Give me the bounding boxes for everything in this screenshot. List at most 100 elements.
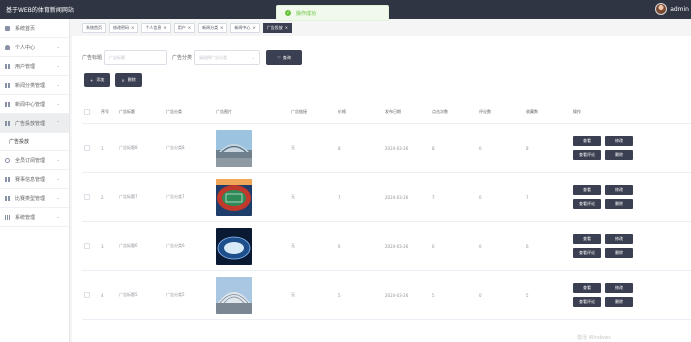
close-icon[interactable]: ×: [252, 25, 255, 30]
add-button[interactable]: + 添加: [84, 73, 111, 87]
delete-row-button[interactable]: 删除: [605, 199, 633, 209]
view-button[interactable]: 查看: [573, 185, 601, 195]
row-checkbox[interactable]: [84, 145, 90, 151]
sidebar-item-label: 系统管理: [15, 214, 36, 221]
favorites-cell: 7: [526, 194, 529, 200]
comments-cell: 0: [479, 243, 482, 249]
close-icon[interactable]: ×: [131, 25, 134, 30]
sidebar-item-match-types[interactable]: 比赛类型管理 ⌄: [0, 189, 69, 208]
comments-cell: 0: [479, 145, 482, 151]
user-name[interactable]: admin: [670, 6, 689, 13]
grid-icon: [5, 120, 10, 126]
sidebar-item-ads[interactable]: 广告投放管理 ⌃: [0, 114, 69, 133]
ad-image-stadium-night[interactable]: [216, 227, 252, 265]
header-cell: 广告图片: [216, 108, 232, 114]
grid-icon: [5, 63, 10, 69]
chevron-down-icon: ⌄: [56, 101, 60, 106]
row-checkbox[interactable]: [84, 292, 90, 298]
type-select[interactable]: 请选择广告分类 ⌄: [194, 50, 261, 65]
sidebar-item-system[interactable]: 系统管理 ⌄: [0, 208, 69, 227]
sidebar-item-label: 比赛类型管理: [15, 195, 46, 202]
tab-home[interactable]: 系统首页: [82, 23, 106, 33]
search-button-label: 查询: [282, 54, 291, 60]
search-icon: ♡: [277, 55, 281, 60]
close-icon: ×: [121, 77, 125, 83]
chevron-down-icon: ⌄: [56, 157, 60, 162]
view-comments-button[interactable]: 查看评论: [573, 248, 601, 258]
delete-row-button[interactable]: 删除: [605, 248, 633, 258]
chevron-down-icon: ⌄: [56, 63, 60, 68]
search-button[interactable]: ♡ 查询: [266, 50, 303, 65]
ad-image-stadium-dome[interactable]: [216, 276, 252, 314]
close-icon[interactable]: ×: [163, 25, 166, 30]
date-cell: 2024-03-26: [385, 145, 409, 151]
table-header: 序号 广告标题 广告分类 广告图片 广告链接 价格 发布日期 点击次数 评论数 …: [82, 100, 691, 124]
table-row: 1 广告标题8 广告分类8 无 8 2024-03-26 8 0 8 查看 修改…: [82, 124, 691, 173]
edit-button[interactable]: 修改: [605, 136, 633, 146]
title-cell: 广告标题6: [119, 243, 138, 248]
tab-news-category[interactable]: 新闻分类 ×: [198, 23, 228, 33]
sidebar-item-label: 赛事信息管理: [15, 176, 46, 183]
tab-users[interactable]: 用户 ×: [173, 23, 196, 33]
tab-label: 个人信息: [145, 25, 162, 30]
view-comments-button[interactable]: 查看评论: [573, 297, 601, 307]
chevron-down-icon: ⌄: [56, 44, 60, 49]
delete-button[interactable]: × 删除: [115, 73, 142, 87]
sidebar-item-label: 广告投放: [9, 139, 30, 145]
row-checkbox[interactable]: [84, 194, 90, 200]
row-checkbox[interactable]: [84, 243, 90, 249]
tab-ad-placement[interactable]: 广告投放 ×: [262, 23, 293, 33]
sidebar-item-personal-center[interactable]: 个人中心 ⌄: [0, 38, 69, 57]
title-search-input[interactable]: 广告标题: [104, 50, 168, 65]
edit-button[interactable]: 修改: [605, 283, 633, 293]
favorites-cell: 8: [526, 145, 529, 151]
date-cell: 2024-03-26: [385, 292, 409, 298]
avatar[interactable]: [655, 3, 668, 15]
sidebar-item-subscriptions[interactable]: 全员订阅管理 ⌄: [0, 151, 69, 170]
close-icon[interactable]: ×: [220, 25, 223, 30]
sidebar-item-news-category[interactable]: 新闻分类管理 ⌄: [0, 76, 69, 95]
add-button-label: 添加: [96, 77, 105, 82]
tab-news-center[interactable]: 新闻中心 ×: [230, 23, 260, 33]
tab-label: 修改密码: [113, 25, 129, 30]
type-select-placeholder: 请选择广告分类: [199, 55, 228, 60]
header-cell: 广告标题: [119, 108, 135, 114]
tab-label: 系统首页: [86, 25, 102, 30]
tab-change-password[interactable]: 修改密码 ×: [109, 23, 139, 33]
delete-row-button[interactable]: 删除: [605, 150, 633, 160]
view-button[interactable]: 查看: [573, 234, 601, 244]
header-cell: 操作: [573, 108, 581, 114]
check-circle-icon: ✓: [285, 10, 291, 16]
header-cell: 点击次数: [432, 108, 448, 114]
sidebar-item-label: 广告投放管理: [15, 120, 46, 127]
header-cell: 发布日期: [385, 108, 401, 114]
sidebar-item-label: 全员订阅管理: [15, 157, 46, 164]
select-all-checkbox[interactable]: [84, 108, 90, 115]
close-icon[interactable]: ×: [285, 25, 288, 30]
title-label: 广告标题: [82, 55, 103, 61]
title-cell: 广告标题8: [119, 145, 138, 150]
sidebar-item-news-center[interactable]: 新闻中心管理 ⌄: [0, 95, 69, 114]
view-comments-button[interactable]: 查看评论: [573, 150, 601, 160]
view-button[interactable]: 查看: [573, 283, 601, 293]
sidebar-item-users[interactable]: 用户管理 ⌄: [0, 57, 69, 76]
sidebar-item-home[interactable]: 系统首页: [0, 19, 69, 38]
edit-button[interactable]: 修改: [605, 234, 633, 244]
ad-image-stadium-exterior[interactable]: [216, 129, 252, 167]
edit-button[interactable]: 修改: [605, 185, 633, 195]
delete-row-button[interactable]: 删除: [605, 297, 633, 307]
close-icon[interactable]: ×: [188, 25, 191, 30]
header-cell: 收藏数: [526, 108, 538, 114]
index-cell: 2: [101, 194, 104, 200]
user-menu[interactable]: admin: [655, 3, 689, 15]
tab-personal-info[interactable]: 个人信息 ×: [141, 23, 171, 33]
search-form: 广告标题 广告标题 广告分类 请选择广告分类 ⌄ ♡ 查询: [82, 50, 303, 65]
comments-cell: 0: [479, 292, 482, 298]
row-select-cell: [82, 243, 99, 249]
view-comments-button[interactable]: 查看评论: [573, 199, 601, 209]
grid-icon: [5, 82, 10, 88]
ad-image-stadium-aerial[interactable]: [216, 178, 252, 216]
sidebar-subitem-ad-placement[interactable]: 广告投放: [0, 133, 69, 151]
view-button[interactable]: 查看: [573, 136, 601, 146]
sidebar-item-events[interactable]: 赛事信息管理 ⌄: [0, 170, 69, 189]
